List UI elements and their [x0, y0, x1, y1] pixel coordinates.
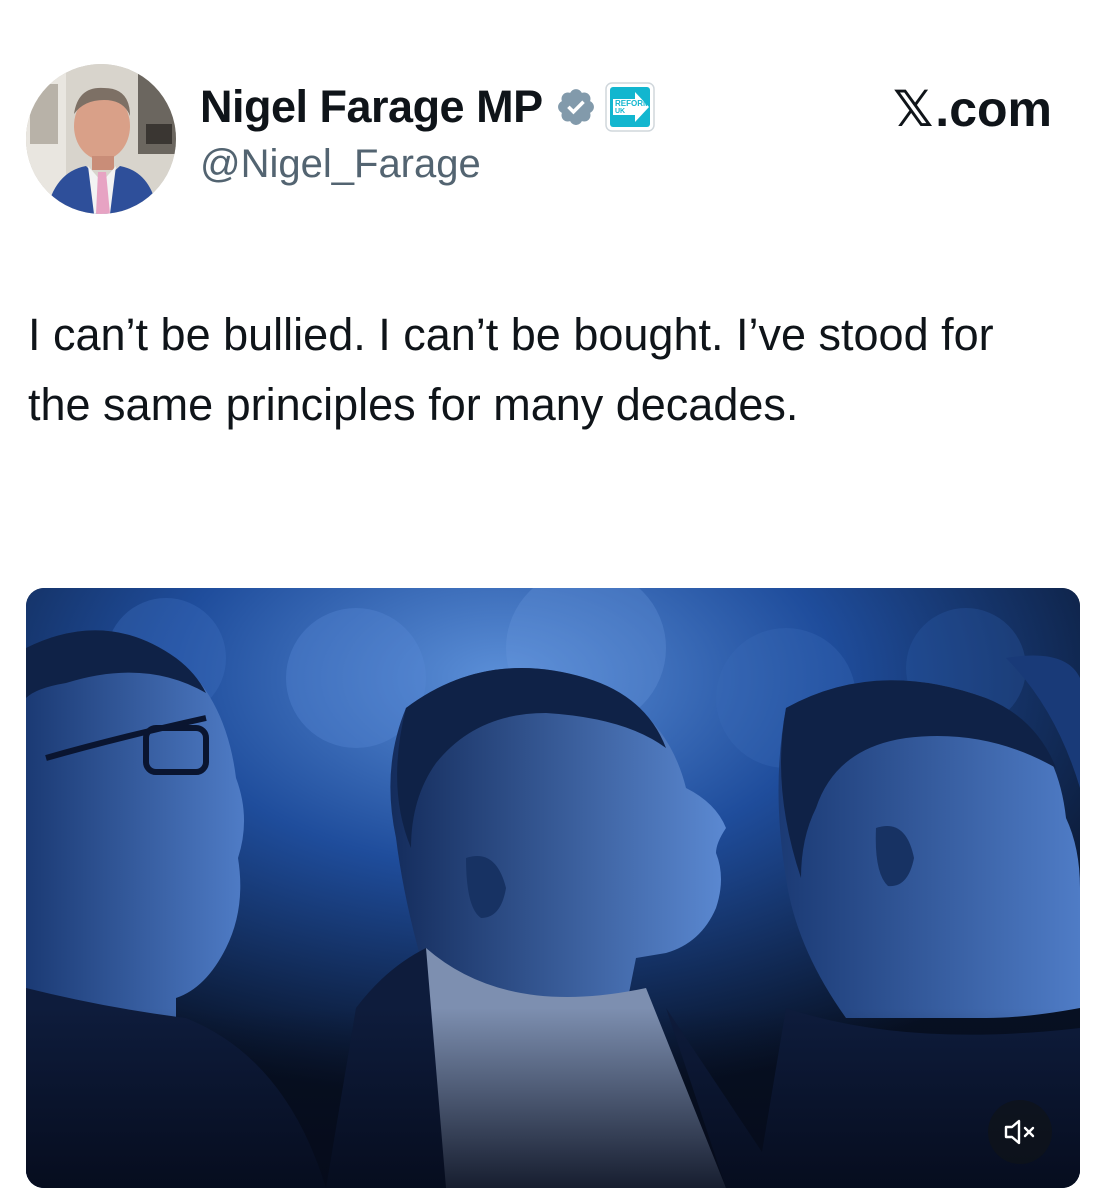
- video-thumbnail: [26, 588, 1080, 1188]
- verified-badge-icon[interactable]: [555, 86, 597, 128]
- video-player[interactable]: [26, 588, 1080, 1188]
- x-logo-icon: 𝕏: [893, 80, 934, 138]
- author-info: Nigel Farage MP REFORM UK @Nigel_Farage: [200, 78, 655, 187]
- source-domain: .com: [935, 81, 1052, 137]
- name-row: Nigel Farage MP REFORM UK: [200, 78, 655, 136]
- author-handle[interactable]: @Nigel_Farage: [200, 142, 655, 187]
- mute-toggle-button[interactable]: [988, 1100, 1052, 1164]
- post-text: I can’t be bullied. I can’t be bought. I…: [28, 309, 994, 430]
- avatar-photo: [26, 64, 176, 214]
- speaker-muted-icon: [1004, 1119, 1035, 1145]
- source-watermark: 𝕏 .com: [893, 80, 1052, 138]
- affiliate-text-line1: REFORM: [615, 99, 650, 108]
- author-display-name[interactable]: Nigel Farage MP: [200, 81, 543, 133]
- post-card: Nigel Farage MP REFORM UK @Nigel_Farage …: [0, 0, 1106, 1200]
- affiliate-text-line2: UK: [615, 108, 625, 115]
- reform-uk-logo[interactable]: REFORM UK: [604, 82, 655, 132]
- author-avatar[interactable]: [26, 64, 176, 214]
